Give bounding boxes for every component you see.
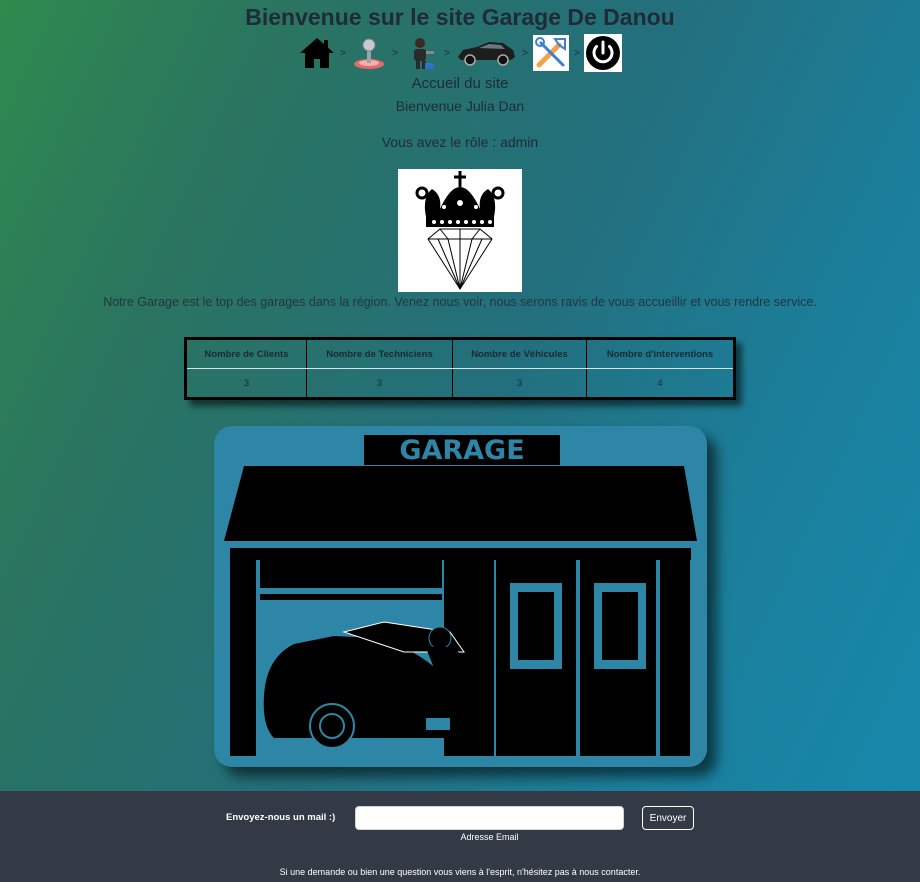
send-button[interactable]: Envoyer — [642, 806, 694, 830]
car-icon — [458, 42, 515, 66]
welcome-message: Bienvenue Julia Dan — [395, 98, 525, 114]
joystick-icon — [354, 38, 384, 69]
nav-separator: > — [522, 47, 528, 59]
page-subtitle: Accueil du site — [411, 75, 509, 92]
main-nav: > > > > > — [0, 34, 920, 72]
cell-technicians: 3 — [306, 368, 453, 399]
intro-text: Notre Garage est le top des garages dans… — [103, 295, 817, 309]
table-row: 3 3 3 4 — [185, 368, 735, 399]
home-icon — [300, 38, 334, 68]
mechanic-icon — [414, 38, 434, 69]
nav-interventions[interactable] — [532, 34, 570, 72]
nav-home[interactable] — [298, 34, 336, 72]
col-header-clients: Nombre de Clients — [185, 338, 307, 369]
nav-vehicles[interactable] — [454, 34, 518, 72]
tools-icon — [533, 35, 569, 71]
col-header-interventions: Nombre d'interventions — [586, 338, 735, 369]
crown-diamond-icon — [415, 171, 505, 290]
nav-games[interactable] — [350, 34, 388, 72]
garage-illustration: GARAGE — [214, 426, 707, 767]
power-icon — [584, 34, 622, 72]
nav-separator: > — [392, 47, 398, 59]
cell-interventions: 4 — [586, 368, 735, 399]
nav-separator: > — [444, 47, 450, 59]
table-header-row: Nombre de Clients Nombre de Techniciens … — [185, 338, 735, 369]
stats-table: Nombre de Clients Nombre de Techniciens … — [184, 337, 736, 400]
site-title: Bienvenue sur le site Garage De Danou — [245, 4, 675, 30]
footer-note: Si une demande ou bien une question vous… — [279, 867, 641, 877]
col-header-vehicles: Nombre de Véhicules — [452, 338, 587, 369]
cell-clients: 3 — [185, 368, 307, 399]
garage-building-icon: GARAGE — [224, 435, 697, 756]
site-footer: Envoyez-nous un mail :) Adresse Email En… — [0, 791, 920, 882]
col-header-technicians: Nombre de Techniciens — [306, 338, 453, 369]
garage-sign-text: GARAGE — [399, 435, 524, 466]
nav-separator: > — [340, 47, 346, 59]
user-role: Vous avez le rôle : admin — [381, 134, 539, 150]
nav-logout[interactable] — [584, 34, 622, 72]
email-field[interactable] — [355, 806, 624, 830]
nav-separator: > — [574, 47, 580, 59]
crown-diamond-logo — [398, 169, 522, 292]
cell-vehicles: 3 — [452, 368, 587, 399]
nav-technicians[interactable] — [402, 34, 440, 72]
email-caption: Adresse Email — [460, 832, 519, 842]
contact-label: Envoyez-nous un mail :) — [226, 812, 336, 823]
